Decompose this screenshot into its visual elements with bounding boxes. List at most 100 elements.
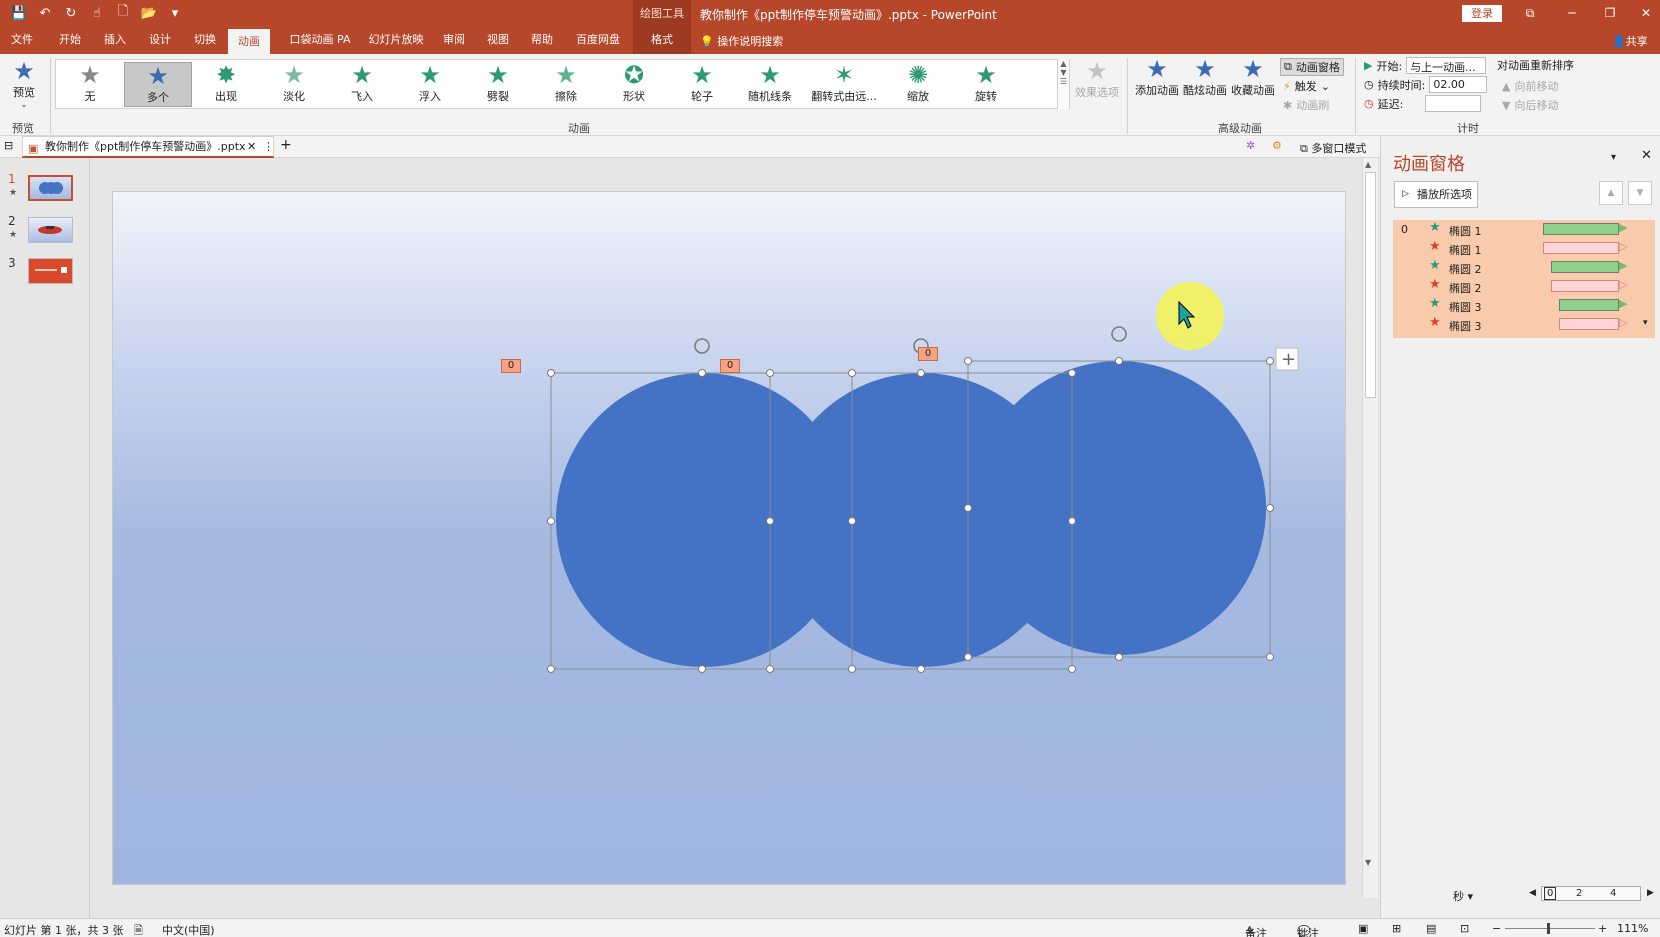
multiwindow-button[interactable]: ⧉ 多窗口模式 <box>1300 140 1366 156</box>
close-tab-icon[interactable]: ✕ <box>247 137 256 156</box>
timeline-bar[interactable] <box>1559 318 1619 330</box>
gallery-item-split[interactable]: ★ 劈裂 <box>464 62 532 107</box>
animation-item[interactable]: ★ 椭圆 2 ▷ <box>1393 277 1655 296</box>
canvas-scrollbar[interactable]: ▲ ▼ <box>1362 158 1378 898</box>
timeline-right-icon[interactable]: ▶ <box>1647 888 1654 898</box>
timeline-bar[interactable] <box>1559 299 1619 311</box>
animation-pane-toggle[interactable]: ⧉ 动画窗格 <box>1280 58 1344 76</box>
more-icon[interactable]: ⋮ <box>263 137 274 156</box>
spellcheck-icon[interactable]: 🗎 <box>134 922 143 937</box>
fav-animation-button[interactable]: ★ 收藏动画 <box>1230 56 1276 98</box>
animation-item[interactable]: ★ 椭圆 3 ▶ <box>1393 296 1655 315</box>
tab-view[interactable]: 视图 <box>480 26 516 54</box>
start-select[interactable]: 与上一动画... <box>1406 57 1487 74</box>
close-icon[interactable]: ✕ <box>1636 3 1656 23</box>
tell-me-search[interactable]: 💡 操作说明搜索 <box>700 33 783 49</box>
pane-close-icon[interactable]: ✕ <box>1641 148 1652 163</box>
save-icon[interactable]: 💾 <box>10 4 28 22</box>
animation-tag-1[interactable]: 0 <box>501 359 521 373</box>
tab-format[interactable]: 格式 <box>633 26 691 54</box>
tab-transitions[interactable]: 切换 <box>187 26 223 54</box>
slide[interactable]: + 0 0 0 <box>112 191 1346 885</box>
tab-insert[interactable]: 插入 <box>97 26 133 54</box>
nav-back-icon[interactable]: ⊟ <box>4 139 13 152</box>
tab-help[interactable]: 帮助 <box>524 26 560 54</box>
trigger-button[interactable]: ⚡ 触发 ⌄ <box>1283 78 1330 94</box>
chevron-up-icon[interactable]: ▲ <box>1058 59 1069 68</box>
tab-file[interactable]: 文件 <box>6 26 38 54</box>
animation-item[interactable]: ★ 椭圆 1 ▷ <box>1393 239 1655 258</box>
scroll-up-icon[interactable]: ▲ <box>1365 160 1371 169</box>
gallery-item-none[interactable]: ★ 无 <box>56 62 124 107</box>
tab-home[interactable]: 开始 <box>52 26 88 54</box>
timeline-bar[interactable] <box>1551 280 1619 292</box>
normal-view-icon[interactable]: ▣ <box>1358 922 1368 935</box>
timeline-left-icon[interactable]: ◀ <box>1529 888 1536 898</box>
timeline-bar[interactable] <box>1551 261 1619 273</box>
pane-menu-icon[interactable]: ▾ <box>1611 152 1616 163</box>
timeline-ruler[interactable]: 0 2 4 <box>1541 886 1641 901</box>
chevron-down-icon[interactable]: ▼ <box>1058 68 1069 77</box>
new-file-icon[interactable]: 🗋 <box>114 4 132 22</box>
tab-baidu-netdisk[interactable]: 百度网盘 <box>570 26 626 54</box>
zoom-thumb[interactable] <box>1547 923 1550 934</box>
minimize-icon[interactable]: ─ <box>1562 3 1582 23</box>
gallery-more-icon[interactable]: ☰ <box>1058 77 1069 86</box>
animation-item[interactable]: 0 ★ 椭圆 1 ▶ <box>1393 220 1655 239</box>
move-later-button[interactable]: ▼ 向后移动 <box>1502 97 1558 113</box>
move-earlier-button[interactable]: ▲ 向前移动 <box>1502 78 1558 94</box>
animation-item[interactable]: ★ 椭圆 2 ▶ <box>1393 258 1655 277</box>
move-down-icon[interactable]: ▼ <box>1628 181 1652 205</box>
gallery-item-fade[interactable]: ★ 淡化 <box>260 62 328 107</box>
zoom-slider[interactable] <box>1505 928 1595 929</box>
document-tab[interactable]: ▣ 教你制作《ppt制作停车预警动画》.pptx ✕ ⋮ <box>22 136 274 158</box>
seconds-dropdown[interactable]: 秒 ▾ <box>1453 888 1473 904</box>
restore-icon[interactable]: ❐ <box>1600 3 1620 23</box>
cool-animation-button[interactable]: ★ 酷炫动画 <box>1182 56 1228 98</box>
add-animation-button[interactable]: ★ 添加动画 <box>1134 56 1180 98</box>
ellipse-3[interactable] <box>972 361 1266 655</box>
slide-thumbnail-1[interactable] <box>28 175 73 201</box>
share-button[interactable]: 👤共享 <box>1612 33 1648 49</box>
gallery-item-zoom[interactable]: ✺ 缩放 <box>884 62 952 107</box>
gallery-item-grow-turn[interactable]: ✶ 翻转式由远... <box>804 62 884 107</box>
gallery-item-appear[interactable]: ✸ 出现 <box>192 62 260 107</box>
gallery-item-spin[interactable]: ★ 旋转 <box>952 62 1020 107</box>
ribbon-display-icon[interactable]: ⧉ <box>1520 3 1540 23</box>
slide-thumbnail-2[interactable] <box>28 217 73 243</box>
customize-qat-icon[interactable]: ▾ <box>166 4 184 22</box>
move-up-icon[interactable]: ▲ <box>1599 181 1623 205</box>
gallery-scroll[interactable]: ▲ ▼ ☰ <box>1057 59 1069 109</box>
scroll-thumb[interactable] <box>1365 172 1376 398</box>
animation-tag-3[interactable]: 0 <box>918 347 938 361</box>
redo-icon[interactable]: ↻ <box>62 4 80 22</box>
gallery-item-float-in[interactable]: ★ 浮入 <box>396 62 464 107</box>
settings-gear-icon[interactable]: ⚙ <box>1272 139 1282 152</box>
gallery-item-random-bars[interactable]: ★ 随机线条 <box>736 62 804 107</box>
touch-mode-icon[interactable]: ☝ <box>88 4 106 22</box>
login-button[interactable]: 登录 <box>1462 5 1502 22</box>
tab-slideshow[interactable]: 幻灯片放映 <box>366 26 426 54</box>
zoom-level[interactable]: 111% <box>1617 922 1648 935</box>
rotate-handles[interactable] <box>694 326 1127 354</box>
gallery-item-wipe[interactable]: ★ 擦除 <box>532 62 600 107</box>
undo-icon[interactable]: ↶ <box>36 4 54 22</box>
gallery-item-fly-in[interactable]: ★ 飞入 <box>328 62 396 107</box>
slideshow-view-icon[interactable]: ⊡ <box>1460 922 1469 935</box>
open-file-icon[interactable]: 📂 <box>140 4 158 22</box>
language-indicator[interactable]: 中文(中国) <box>162 922 215 937</box>
plugin-icon[interactable]: ✲ <box>1246 139 1255 152</box>
tab-review[interactable]: 审阅 <box>436 26 472 54</box>
duration-input[interactable]: 02.00 <box>1429 76 1488 93</box>
preview-button[interactable]: ★ 预览 ⌄ <box>8 58 40 109</box>
animation-painter-button[interactable]: ✱ 动画刷 <box>1283 97 1329 113</box>
animation-item[interactable]: ★ 椭圆 3 ▷ ▾ <box>1393 315 1655 334</box>
item-dropdown-icon[interactable]: ▾ <box>1643 318 1648 328</box>
slide-sorter-icon[interactable]: ⊞ <box>1392 922 1401 935</box>
delay-input[interactable] <box>1425 95 1482 112</box>
gallery-item-wheel[interactable]: ★ 轮子 <box>668 62 736 107</box>
animation-tag-2[interactable]: 0 <box>720 359 740 373</box>
timeline-bar[interactable] <box>1543 223 1619 235</box>
effect-options-button[interactable]: ★ 效果选项 <box>1073 58 1121 100</box>
play-selected-button[interactable]: ▷ 播放所选项 <box>1394 181 1478 208</box>
